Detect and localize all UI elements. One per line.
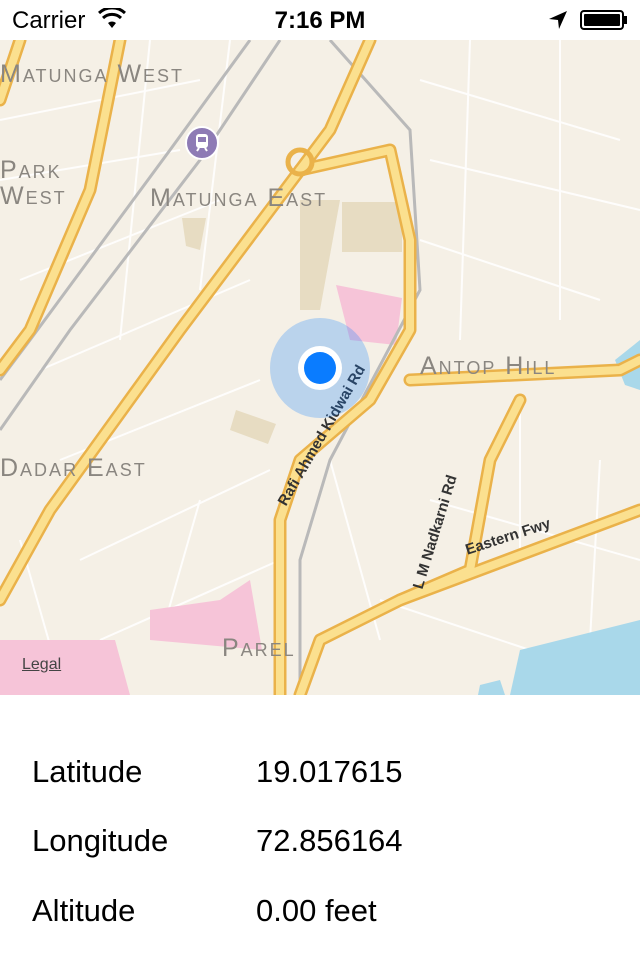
label-matunga-west: Matunga West [0, 60, 185, 88]
location-info-panel: Latitude 19.017615 Longitude 72.856164 A… [0, 695, 640, 960]
latitude-row: Latitude 19.017615 [0, 740, 640, 800]
longitude-row: Longitude 72.856164 [0, 809, 640, 869]
clock: 7:16 PM [274, 7, 366, 34]
label-matunga-east: Matunga East [150, 184, 328, 212]
longitude-label: Longitude [32, 823, 169, 858]
label-parel: Parel [222, 634, 296, 662]
status-bar: Carrier 7:16 PM [0, 0, 640, 40]
label-dadar-east: Dadar East [0, 454, 147, 482]
location-arrow-icon [549, 11, 567, 29]
longitude-value: 72.856164 [256, 823, 403, 858]
latitude-label: Latitude [32, 754, 143, 789]
label-park-west-1: Park [0, 156, 62, 184]
battery-icon [580, 10, 627, 30]
map-view[interactable]: Matunga West Park West Matunga East Anto… [0, 40, 640, 695]
altitude-value: 0.00 feet [256, 893, 377, 928]
label-antop-hill: Antop Hill [420, 352, 557, 380]
train-station-icon[interactable] [185, 126, 219, 160]
altitude-label: Altitude [32, 893, 136, 928]
user-location-icon[interactable] [270, 318, 370, 418]
latitude-value: 19.017615 [256, 754, 403, 789]
altitude-row: Altitude 0.00 feet [0, 879, 640, 939]
legal-link[interactable]: Legal [22, 656, 61, 674]
label-park-west-2: West [0, 182, 67, 210]
